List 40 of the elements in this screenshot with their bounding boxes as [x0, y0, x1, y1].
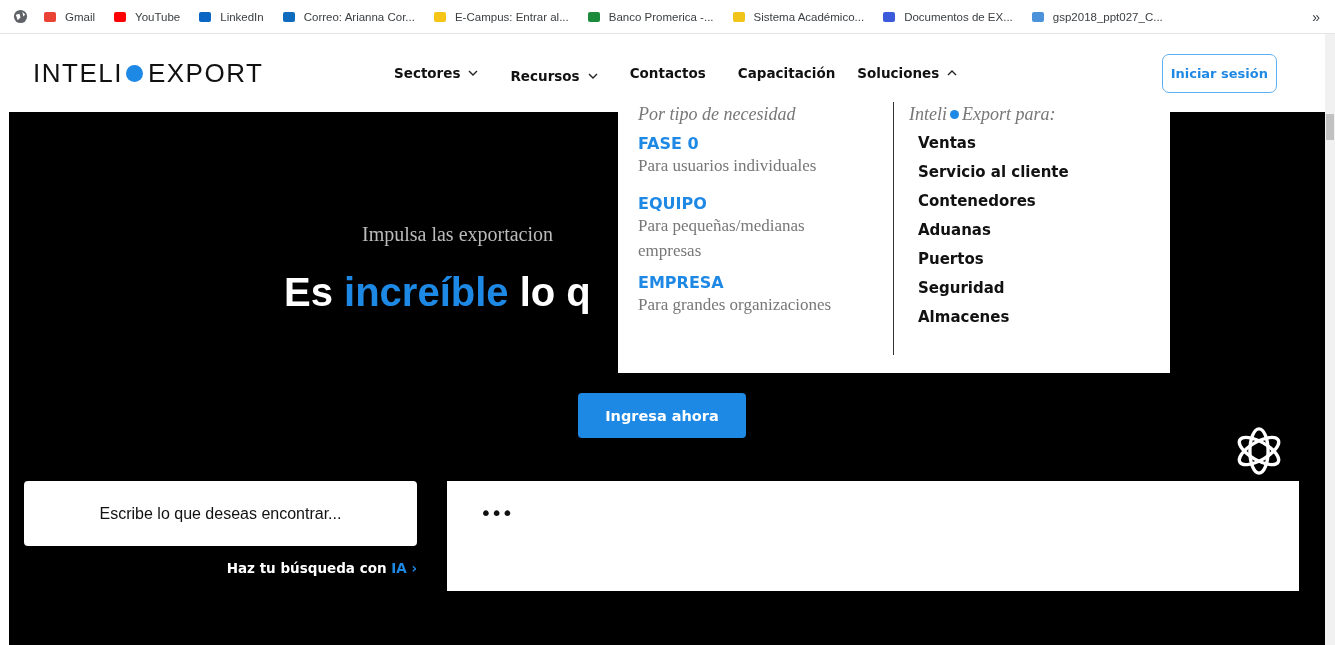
- nav-link[interactable]: Sectores: [394, 65, 479, 81]
- menu-heading: Por tipo de necesidad: [638, 104, 797, 125]
- globe-icon[interactable]: [13, 9, 28, 24]
- menu-heading: Inteli Export para:: [909, 104, 1057, 125]
- plan-link[interactable]: EMPRESA Para grandes organizaciones: [638, 273, 893, 317]
- bookmark-link[interactable]: Correo: Arianna Cor...: [280, 8, 415, 25]
- bookmark-link[interactable]: YouTube: [112, 8, 181, 25]
- nav-link[interactable]: Contactos: [629, 65, 706, 81]
- typing-indicator: •••: [480, 501, 513, 525]
- bookmark-link[interactable]: Documentos de EX...: [881, 8, 1013, 25]
- bookmark-link[interactable]: Sistema Académico...: [730, 8, 865, 25]
- menu-item[interactable]: Ventas: [918, 134, 1069, 152]
- nav-link[interactable]: Soluciones: [857, 65, 958, 81]
- hero-subtitle: Impulsa las exportacion: [361, 223, 554, 246]
- bookmark-link[interactable]: LinkedIn: [197, 8, 264, 25]
- login-button[interactable]: Iniciar sesión: [1161, 53, 1277, 93]
- scrollbar-thumb[interactable]: [1326, 114, 1334, 140]
- menu-item[interactable]: Contenedores: [918, 192, 1069, 210]
- menu-item[interactable]: Seguridad: [918, 279, 1069, 297]
- cta-button[interactable]: Ingresa ahora: [578, 393, 746, 438]
- plan-link[interactable]: EQUIPO Para pequeñas/medianas empresas: [638, 194, 893, 263]
- caret-icon: [947, 70, 958, 76]
- bookmark-link[interactable]: E-Campus: Entrar al...: [431, 8, 569, 25]
- hero-headline: Es increíble lo q: [284, 269, 591, 316]
- caret-icon: [587, 73, 598, 79]
- nav-link[interactable]: Capacitación: [737, 65, 836, 81]
- site-logo[interactable]: INTELI EXPORT: [33, 57, 363, 89]
- search-field[interactable]: Escribe lo que deseas encontrar...: [24, 481, 417, 546]
- nav-link[interactable]: Recursos: [510, 62, 598, 84]
- menu-item[interactable]: Servicio al cliente: [918, 163, 1069, 181]
- bookmark-link[interactable]: Banco Promerica -...: [585, 8, 714, 25]
- bookmark-link[interactable]: gsp2018_ppt027_C...: [1029, 8, 1163, 25]
- plan-link[interactable]: FASE 0 Para usuarios individuales: [638, 134, 893, 178]
- menu-item[interactable]: Aduanas: [918, 221, 1069, 239]
- menu-item[interactable]: Almacenes: [918, 308, 1069, 326]
- bookmark-link[interactable]: Gmail: [42, 8, 96, 25]
- menu-item[interactable]: Puertos: [918, 250, 1069, 268]
- bookmarks-overflow-button[interactable]: »: [1312, 8, 1320, 25]
- caret-icon: [468, 70, 479, 76]
- ai-search-link[interactable]: Haz tu búsqueda con IA ›: [226, 560, 417, 576]
